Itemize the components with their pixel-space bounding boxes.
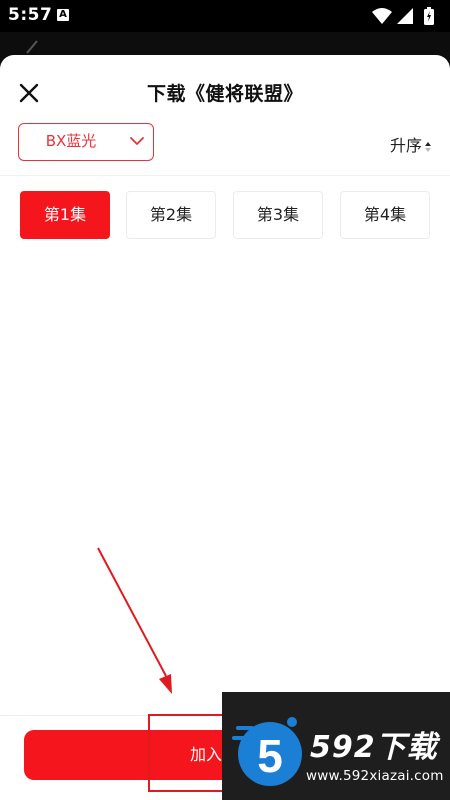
sort-toggle[interactable]: 升序 bbox=[389, 132, 432, 155]
quality-select[interactable]: BX蓝光 bbox=[18, 123, 154, 161]
notification-badge: A bbox=[57, 9, 69, 21]
episode-3[interactable]: 第3集 bbox=[233, 191, 323, 239]
signal-icon bbox=[397, 8, 413, 24]
back-icon bbox=[26, 40, 38, 54]
sort-arrow-icon bbox=[425, 141, 431, 152]
episode-list: 第1集 第2集 第3集 第4集 bbox=[20, 191, 432, 241]
status-bar: 5:57 A bbox=[0, 0, 450, 32]
quality-selected-label: BX蓝光 bbox=[45, 132, 97, 150]
watermark-logo-icon: 5 bbox=[232, 717, 302, 786]
sheet-title: 下载《健将联盟》 bbox=[146, 83, 303, 105]
download-sheet: 下载《健将联盟》 BX蓝光 升序 第1集 第2集 第3集 第4集 加入 bbox=[0, 55, 450, 800]
episode-2[interactable]: 第2集 bbox=[126, 191, 216, 239]
chevron-down-icon bbox=[130, 137, 144, 145]
episode-4[interactable]: 第4集 bbox=[340, 191, 430, 239]
status-time: 5:57 bbox=[8, 5, 53, 25]
watermark-url: www.592xiazai.com bbox=[306, 768, 444, 784]
watermark-logo-digit: 5 bbox=[257, 730, 283, 782]
watermark-name: 592下载 bbox=[310, 730, 438, 765]
wifi-icon bbox=[372, 8, 392, 24]
battery-icon bbox=[424, 7, 434, 25]
divider bbox=[0, 175, 450, 176]
episode-1[interactable]: 第1集 bbox=[20, 191, 110, 239]
status-icons bbox=[372, 7, 442, 25]
sort-label: 升序 bbox=[389, 136, 422, 155]
watermark: 5 592下载 www.592xiazai.com bbox=[222, 692, 450, 800]
